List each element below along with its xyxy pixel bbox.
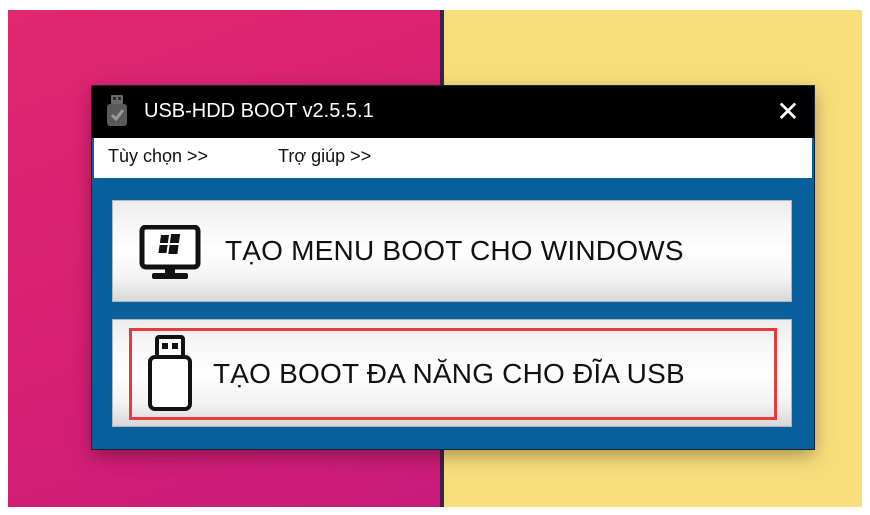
title-bar[interactable]: USB-HDD BOOT v2.5.5.1 ✕ xyxy=(92,86,814,138)
menu-bar: Tùy chọn >> Trợ giúp >> xyxy=(94,138,812,178)
create-windows-boot-menu-button[interactable]: TẠO MENU BOOT CHO WINDOWS xyxy=(112,200,792,302)
app-window: USB-HDD BOOT v2.5.5.1 ✕ Tùy chọn >> Trợ … xyxy=(92,86,814,449)
windows-monitor-icon xyxy=(139,224,209,288)
menu-item-options[interactable]: Tùy chọn >> xyxy=(108,146,208,167)
usb-multiboot-label: TẠO BOOT ĐA NĂNG CHO ĐĨA USB xyxy=(213,358,685,389)
usb-app-icon xyxy=(104,94,130,133)
menu-item-help[interactable]: Trợ giúp >> xyxy=(278,146,371,167)
create-usb-multiboot-button[interactable]: TẠO BOOT ĐA NĂNG CHO ĐĨA USB xyxy=(112,319,792,427)
windows-boot-menu-label: TẠO MENU BOOT CHO WINDOWS xyxy=(225,235,684,266)
desktop-background: USB-HDD BOOT v2.5.5.1 ✕ Tùy chọn >> Trợ … xyxy=(8,10,862,507)
usb-drive-icon xyxy=(145,334,195,419)
close-button[interactable]: ✕ xyxy=(762,86,814,138)
window-title: USB-HDD BOOT v2.5.5.1 xyxy=(144,100,374,122)
